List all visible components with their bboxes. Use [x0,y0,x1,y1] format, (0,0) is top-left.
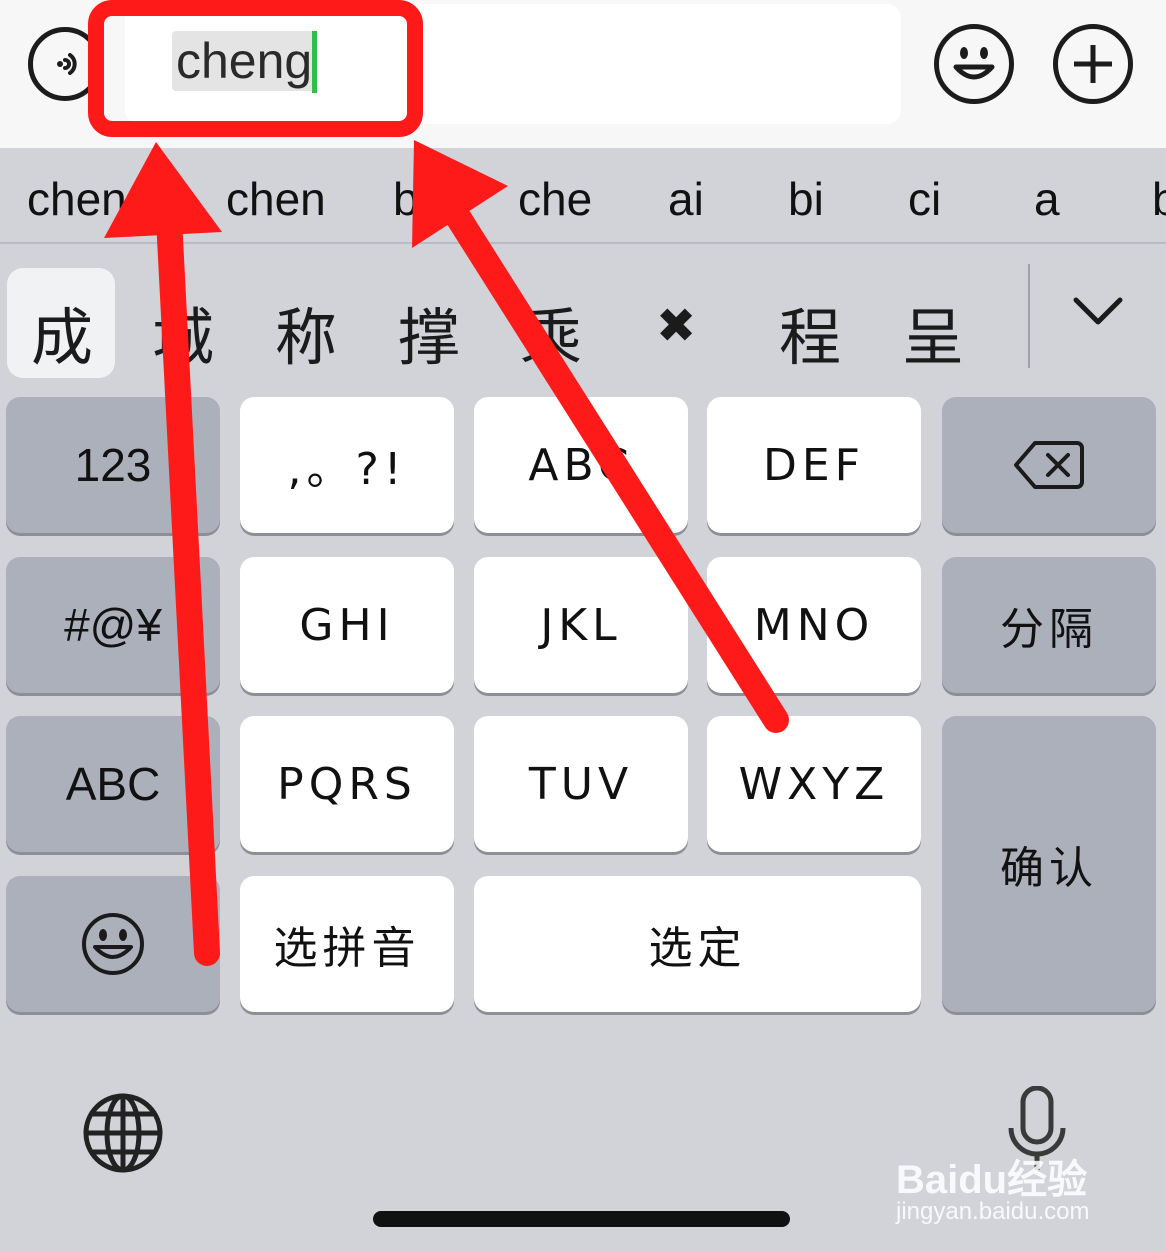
watermark-url: jingyan.baidu.com [896,1198,1090,1225]
hanzi-candidate[interactable]: 撑 [398,287,460,377]
watermark-logo: Baidu经验 [896,1158,1088,1202]
emoji-key[interactable] [6,876,220,1012]
pinyin-suggestion-bar: chen chen b che ai bi ci a b [0,150,1166,244]
hanzi-candidate[interactable]: 呈 [902,287,964,377]
key-abc-switch[interactable]: ABC [6,716,220,852]
pinyin-option[interactable]: che [518,172,592,226]
annotation-highlight-box [88,0,423,137]
backspace-key[interactable] [942,397,1156,533]
key-symbols[interactable]: #@¥ [6,557,220,693]
key-label: ,。?! [287,444,407,495]
expand-candidates-button[interactable] [1070,290,1126,330]
pinyin-option[interactable]: chen [226,172,326,226]
clear-candidate-icon[interactable]: ✖ [656,298,696,354]
pinyin-option[interactable]: ci [908,172,941,226]
pinyin-option[interactable]: b [393,172,419,226]
key-wxyz[interactable]: WXYZ [707,716,921,852]
key-tuv[interactable]: TUV [474,716,688,852]
confirm-key[interactable]: 确认 [942,716,1156,1012]
select-key[interactable]: 选定 [474,876,921,1012]
key-label: JKL [540,599,622,651]
pinyin-option[interactable]: chen [27,172,127,226]
emoji-button[interactable] [934,24,1014,104]
key-abc-t9[interactable]: ABC [474,397,688,533]
hanzi-candidate[interactable]: 成 [31,287,93,377]
plus-icon [1074,45,1112,83]
pinyin-option[interactable]: b [1152,172,1166,226]
candidate-divider [1028,264,1030,368]
globe-button[interactable] [82,1092,164,1174]
key-label: DEF [763,439,865,491]
pinyin-option[interactable]: a [1034,172,1060,226]
hanzi-candidate[interactable]: 程 [779,287,841,377]
chevron-down-icon [1073,297,1123,325]
globe-icon [83,1093,163,1173]
key-label: #@¥ [64,599,162,651]
voice-icon [57,53,77,75]
separator-key[interactable]: 分隔 [942,557,1156,693]
key-label: 确认 [1000,843,1098,894]
key-label: ABC [528,439,634,491]
key-jkl[interactable]: JKL [474,557,688,693]
hanzi-candidate[interactable]: 乘 [520,287,582,377]
key-label: ABC [65,758,161,810]
backspace-icon [1014,441,1084,489]
key-mno[interactable]: MNO [707,557,921,693]
key-pqrs[interactable]: PQRS [240,716,454,852]
key-label: 123 [74,439,152,491]
key-label: TUV [528,758,634,810]
key-label: 选定 [648,923,747,974]
select-pinyin-key[interactable]: 选拼音 [240,876,454,1012]
key-label: MNO [753,599,875,651]
key-ghi[interactable]: GHI [240,557,454,693]
key-punctuation[interactable]: ,。?! [240,397,454,533]
hanzi-candidate[interactable]: 城 [152,287,214,377]
key-label: 分隔 [1000,604,1098,655]
hanzi-candidate[interactable]: 称 [275,287,337,377]
key-label: 选拼音 [273,923,421,974]
emoji-icon [953,47,995,80]
add-button[interactable] [1053,24,1133,104]
emoji-icon [82,913,144,975]
key-label: GHI [299,599,395,651]
key-label: WXYZ [738,758,890,810]
key-numbers[interactable]: 123 [6,397,220,533]
pinyin-option[interactable]: ai [668,172,704,226]
key-label: PQRS [277,758,417,810]
key-def[interactable]: DEF [707,397,921,533]
home-indicator[interactable] [373,1211,790,1227]
pinyin-option[interactable]: bi [788,172,824,226]
